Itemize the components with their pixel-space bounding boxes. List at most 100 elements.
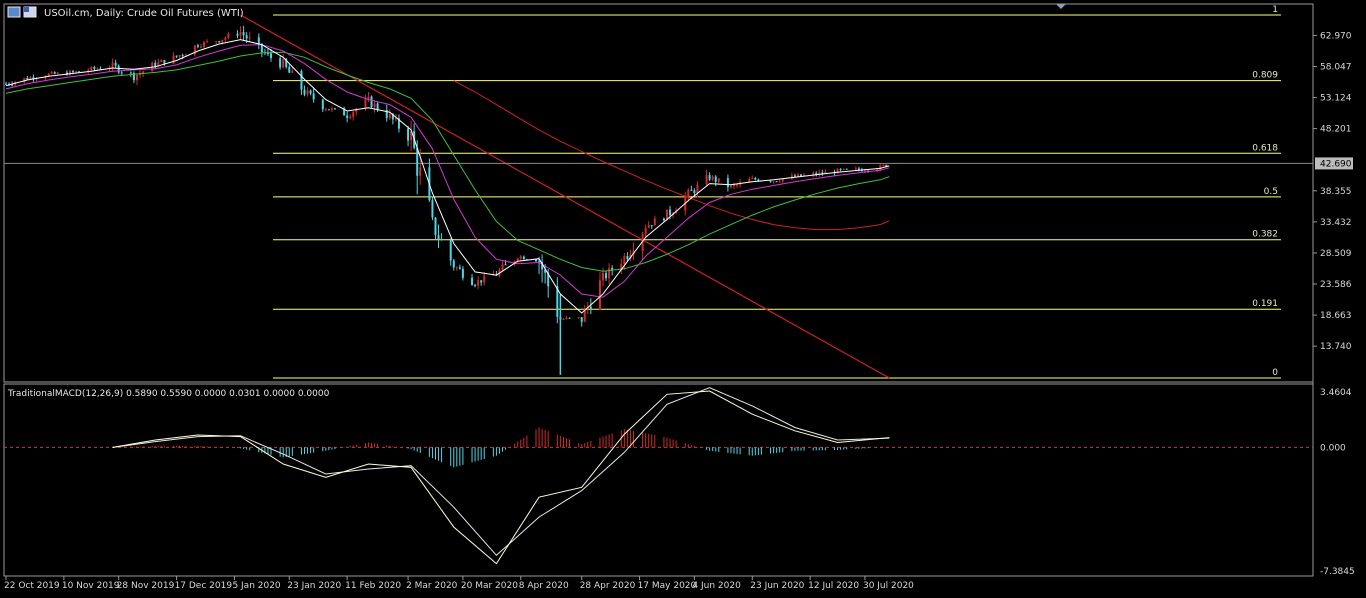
- fibo-level-label: 0.191: [1252, 299, 1278, 309]
- candle-body: [370, 96, 373, 108]
- candle-body: [291, 70, 294, 73]
- ma-slow-line: [5, 51, 890, 272]
- candle-body: [461, 268, 464, 278]
- candle-body: [477, 280, 480, 286]
- macd-signal-line: [112, 387, 890, 557]
- candle-body: [693, 190, 696, 194]
- fibonacci-retracement[interactable]: 1 0.809 0.618 0.5 0.382 0.191 0: [273, 5, 1281, 379]
- candle-body: [172, 55, 175, 64]
- ma-mid-line: [5, 44, 890, 298]
- date-tick-label: 5 Jan 2020: [232, 581, 280, 591]
- candle-body: [282, 59, 285, 68]
- candle-body: [242, 32, 245, 36]
- candle-body: [754, 177, 757, 180]
- candle-body: [775, 181, 778, 183]
- candle-body: [598, 280, 601, 310]
- candle-body: [202, 41, 205, 47]
- candle-body: [772, 181, 775, 183]
- price-tick-label: 58.047: [1320, 62, 1352, 72]
- candle-body: [577, 317, 580, 319]
- candle-body: [300, 70, 303, 90]
- price-tick-label: 48.201: [1320, 125, 1352, 135]
- macd-tick-label: -7.3845: [1320, 567, 1355, 577]
- candle-body: [455, 267, 458, 269]
- symbol-title: USOil.cm, Daily: Crude Oil Futures (WTI): [44, 8, 244, 19]
- candle-body: [644, 227, 647, 235]
- candle-body: [306, 90, 309, 95]
- fibo-level-label: 1: [1272, 5, 1278, 15]
- candle-body: [522, 256, 525, 260]
- date-tick-label: 30 Jul 2020: [863, 581, 914, 591]
- candle-body: [483, 275, 486, 283]
- macd-tick-label: 3.4604: [1320, 388, 1352, 398]
- candle-body: [519, 256, 522, 259]
- candle-body: [778, 181, 781, 183]
- candle-body: [602, 273, 605, 281]
- candle-body: [769, 180, 772, 182]
- candle-body: [327, 109, 330, 111]
- fibo-level-label: 0.618: [1252, 143, 1278, 153]
- fibo-level-label: 0.809: [1252, 71, 1278, 81]
- trading-chart[interactable]: 1 0.809 0.618 0.5 0.382 0.191 0 62.970 58.047 53…: [0, 0, 1366, 598]
- macd-tick-label: 0.000: [1320, 443, 1346, 453]
- candle-body: [729, 185, 732, 188]
- candle-body: [270, 53, 273, 59]
- candle-body: [239, 32, 242, 36]
- candle-body: [608, 267, 611, 279]
- candle-body: [68, 71, 71, 76]
- chart-window-icon: [7, 6, 21, 18]
- candle-body: [142, 71, 145, 74]
- candle-body: [53, 72, 56, 74]
- candle-body: [565, 317, 568, 320]
- candle-body: [708, 175, 711, 180]
- candle-body: [227, 33, 230, 38]
- candle-body: [135, 74, 138, 81]
- candle-body: [346, 115, 349, 118]
- candle-body: [184, 54, 187, 56]
- ma-long-line: [453, 80, 890, 231]
- candle-body: [419, 167, 422, 176]
- candle-body: [330, 108, 333, 110]
- candle-body: [312, 93, 315, 100]
- price-panel-frame: [3, 3, 1314, 383]
- candle-body: [449, 240, 452, 261]
- date-tick-label: 17 Dec 2019: [175, 581, 233, 591]
- fibo-level-label: 0: [1272, 368, 1278, 378]
- candle-body: [388, 113, 391, 119]
- candle-body: [736, 184, 739, 186]
- candle-body: [580, 317, 583, 322]
- candle-body: [589, 306, 592, 310]
- candle-body: [623, 256, 626, 265]
- symbol-header: USOil.cm, Daily: Crude Oil Futures (WTI): [7, 6, 244, 19]
- date-tick-label: 22 Oct 2019: [4, 581, 60, 591]
- date-tick-label: 23 Jan 2020: [287, 581, 341, 591]
- candle-body: [236, 33, 239, 36]
- candle-body: [711, 176, 714, 180]
- candle-body: [373, 103, 376, 108]
- candle-body: [452, 260, 455, 268]
- macd-panel-frame: [3, 383, 1314, 577]
- candle-body: [854, 168, 857, 170]
- price-tick-label: 23.586: [1320, 280, 1352, 290]
- candle-body: [857, 168, 860, 170]
- candle-body: [175, 55, 178, 57]
- price-tick-label: 13.740: [1320, 342, 1352, 352]
- candle-body: [206, 41, 209, 43]
- candle-body: [96, 68, 99, 70]
- price-tick-label: 28.509: [1320, 249, 1352, 259]
- candle-body: [163, 59, 166, 64]
- candle-body: [333, 108, 336, 110]
- candle-body: [626, 256, 629, 259]
- flag-canton-icon: [24, 7, 29, 12]
- candle-body: [199, 46, 202, 48]
- scroll-marker-icon[interactable]: [1056, 4, 1066, 9]
- candle-body: [75, 71, 78, 73]
- candle-body: [279, 58, 282, 68]
- date-tick-label: 10 Nov 2019: [62, 581, 120, 591]
- candles: [5, 25, 888, 375]
- candle-body: [266, 53, 269, 55]
- candle-body: [72, 71, 75, 73]
- candle-body: [605, 273, 608, 279]
- candle-body: [471, 277, 474, 286]
- candle-body: [218, 41, 221, 43]
